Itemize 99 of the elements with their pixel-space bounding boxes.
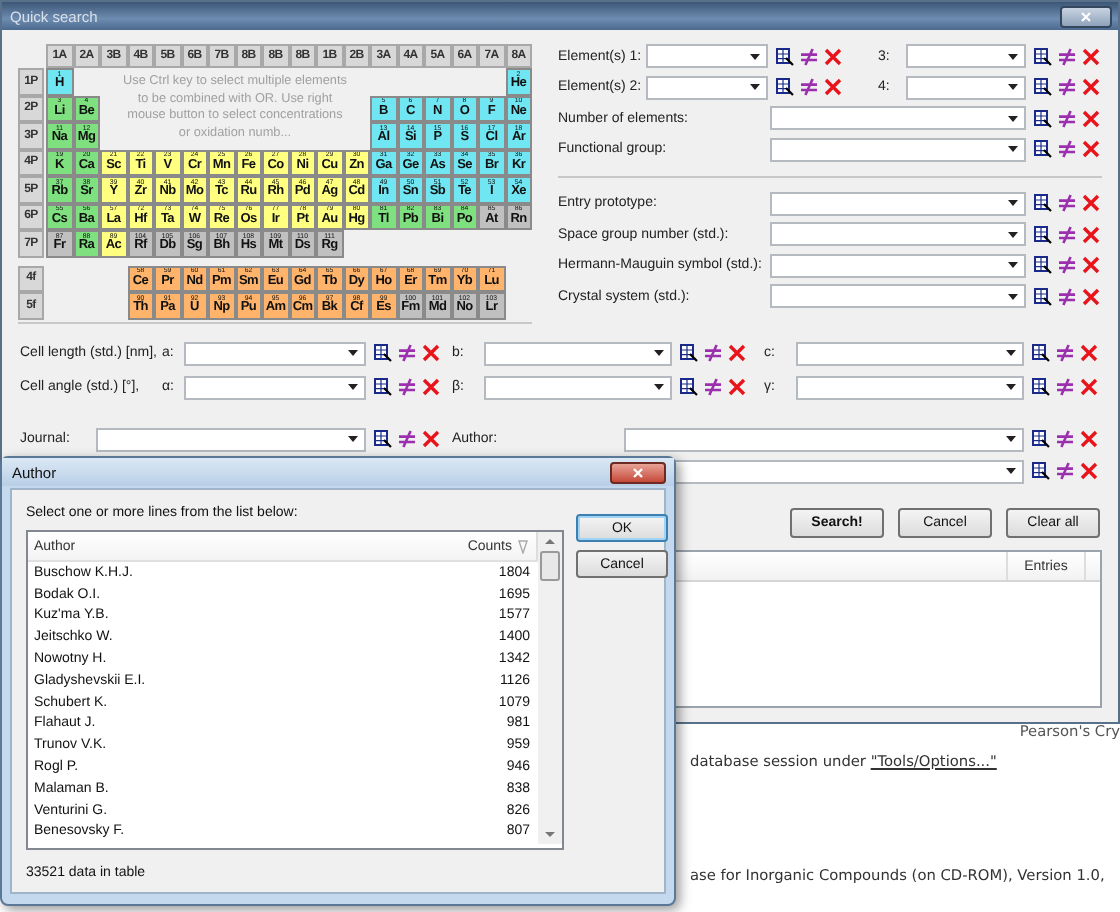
- dropdown-arrow-icon: [1006, 350, 1016, 356]
- dropdown-field[interactable]: [906, 75, 1026, 99]
- cross-icon[interactable]: [1082, 140, 1100, 158]
- not-equal-icon[interactable]: [1058, 47, 1076, 65]
- table-icon[interactable]: [680, 344, 698, 362]
- cross-icon[interactable]: [1082, 256, 1100, 274]
- dropdown-arrow-icon: [1008, 231, 1018, 237]
- table-icon[interactable]: [1034, 225, 1052, 243]
- dropdown-field[interactable]: [484, 375, 672, 399]
- dropdown-arrow-icon: [1008, 293, 1018, 299]
- dropdown-arrow-icon: [1008, 115, 1018, 121]
- table-icon[interactable]: [374, 430, 392, 448]
- not-equal-icon[interactable]: [398, 430, 416, 448]
- cross-icon[interactable]: [824, 47, 842, 65]
- not-equal-icon[interactable]: [1058, 194, 1076, 212]
- cross-icon[interactable]: [728, 344, 746, 362]
- table-icon[interactable]: [1034, 256, 1052, 274]
- dropdown-field[interactable]: [770, 284, 1026, 308]
- dropdown-arrow-icon: [348, 384, 358, 390]
- dropdown-arrow-icon: [1008, 53, 1018, 59]
- cross-icon[interactable]: [422, 378, 440, 396]
- dropdown-field[interactable]: [646, 75, 768, 99]
- cross-icon[interactable]: [1082, 287, 1100, 305]
- table-icon[interactable]: [374, 344, 392, 362]
- dropdown-field[interactable]: [484, 341, 672, 365]
- not-equal-icon[interactable]: [1058, 287, 1076, 305]
- cross-icon[interactable]: [422, 344, 440, 362]
- cross-icon[interactable]: [1082, 47, 1100, 65]
- dropdown-arrow-icon: [1006, 384, 1016, 390]
- not-equal-icon[interactable]: [1056, 344, 1074, 362]
- dropdown-field[interactable]: [646, 44, 768, 68]
- dropdown-arrow-icon: [654, 384, 664, 390]
- cross-icon[interactable]: [1080, 430, 1098, 448]
- dropdown-field[interactable]: [796, 341, 1024, 365]
- not-equal-icon[interactable]: [800, 47, 818, 65]
- not-equal-icon[interactable]: [1058, 109, 1076, 127]
- dropdown-arrow-icon: [1006, 436, 1016, 442]
- dropdown-field[interactable]: [184, 375, 366, 399]
- dropdown-arrow-icon: [348, 436, 358, 442]
- dropdown-arrow-icon: [1006, 468, 1016, 474]
- dropdown-arrow-icon: [750, 84, 760, 90]
- not-equal-icon[interactable]: [398, 344, 416, 362]
- not-equal-icon[interactable]: [704, 344, 722, 362]
- table-icon[interactable]: [1032, 378, 1050, 396]
- cross-icon[interactable]: [824, 78, 842, 96]
- cross-icon[interactable]: [1082, 109, 1100, 127]
- dropdown-field[interactable]: [624, 427, 1024, 451]
- not-equal-icon[interactable]: [1058, 225, 1076, 243]
- cross-icon[interactable]: [1082, 225, 1100, 243]
- table-icon[interactable]: [1032, 430, 1050, 448]
- dropdown-field[interactable]: [770, 222, 1026, 246]
- cross-icon[interactable]: [1080, 462, 1098, 480]
- dropdown-arrow-icon: [750, 53, 760, 59]
- dropdown-arrow-icon: [1008, 84, 1018, 90]
- dropdown-arrow-icon: [348, 350, 358, 356]
- not-equal-icon[interactable]: [704, 378, 722, 396]
- not-equal-icon[interactable]: [1056, 462, 1074, 480]
- dropdown-field[interactable]: [770, 106, 1026, 130]
- table-icon[interactable]: [1034, 47, 1052, 65]
- not-equal-icon[interactable]: [800, 78, 818, 96]
- cross-icon[interactable]: [422, 430, 440, 448]
- table-icon[interactable]: [776, 47, 794, 65]
- cross-icon[interactable]: [1080, 344, 1098, 362]
- not-equal-icon[interactable]: [1058, 256, 1076, 274]
- table-icon[interactable]: [1034, 287, 1052, 305]
- cross-icon[interactable]: [1082, 78, 1100, 96]
- not-equal-icon[interactable]: [398, 378, 416, 396]
- not-equal-icon[interactable]: [1056, 430, 1074, 448]
- close-button[interactable]: [610, 461, 666, 483]
- dropdown-field[interactable]: [770, 137, 1026, 161]
- dropdown-arrow-icon: [1008, 146, 1018, 152]
- close-icon: [1080, 11, 1092, 21]
- dropdown-arrow-icon: [1008, 262, 1018, 268]
- dropdown-field[interactable]: [96, 427, 366, 451]
- table-icon[interactable]: [374, 378, 392, 396]
- dropdown-field[interactable]: [184, 341, 366, 365]
- close-button[interactable]: [1060, 5, 1112, 27]
- table-icon[interactable]: [1032, 344, 1050, 362]
- cross-icon[interactable]: [728, 378, 746, 396]
- table-icon[interactable]: [1034, 140, 1052, 158]
- not-equal-icon[interactable]: [1056, 378, 1074, 396]
- close-icon: [632, 467, 644, 477]
- table-icon[interactable]: [1034, 194, 1052, 212]
- table-icon[interactable]: [680, 378, 698, 396]
- table-icon[interactable]: [1032, 462, 1050, 480]
- not-equal-icon[interactable]: [1058, 78, 1076, 96]
- cross-icon[interactable]: [1080, 378, 1098, 396]
- table-icon[interactable]: [1034, 78, 1052, 96]
- dropdown-arrow-icon: [1008, 200, 1018, 206]
- cross-icon[interactable]: [1082, 194, 1100, 212]
- table-icon[interactable]: [1034, 109, 1052, 127]
- dropdown-arrow-icon: [654, 350, 664, 356]
- dropdown-field[interactable]: [770, 253, 1026, 277]
- dropdown-field[interactable]: [796, 375, 1024, 399]
- not-equal-icon[interactable]: [1058, 140, 1076, 158]
- dropdown-field[interactable]: [770, 191, 1026, 215]
- scrollbar[interactable]: [538, 532, 562, 844]
- dropdown-field[interactable]: [906, 44, 1026, 68]
- table-icon[interactable]: [776, 78, 794, 96]
